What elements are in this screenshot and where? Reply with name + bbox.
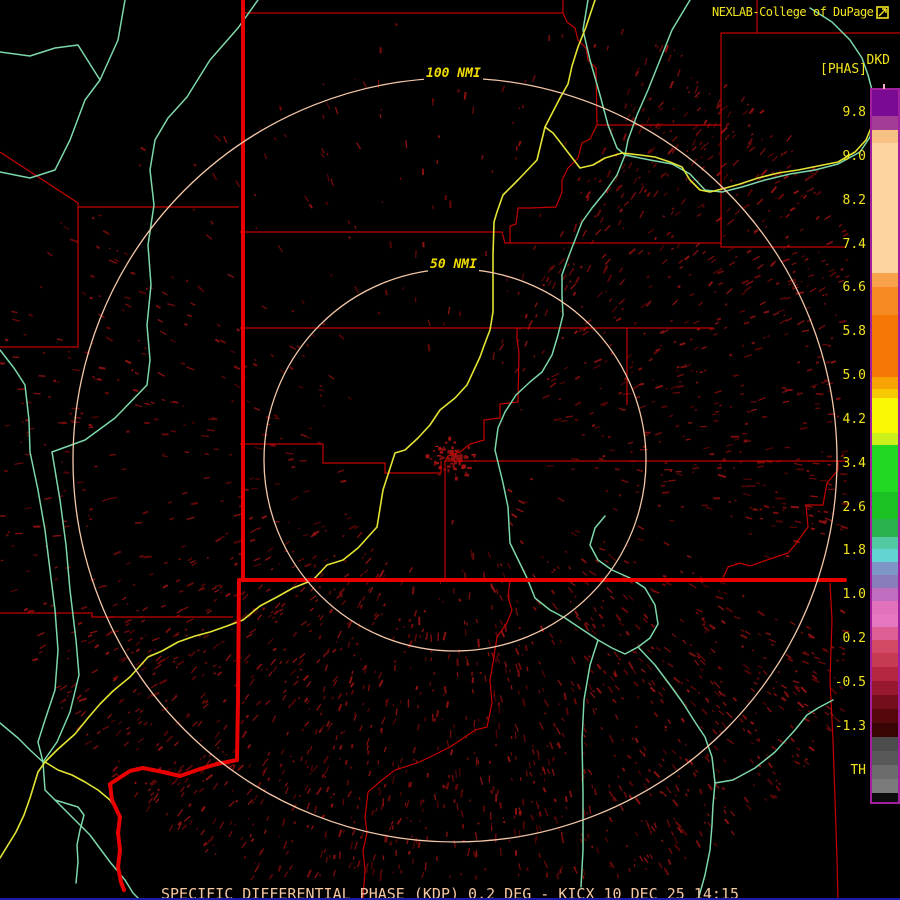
site-title-text: NEXLAB-College of DuPage: [712, 5, 874, 19]
colorbar-segment: [872, 614, 898, 628]
colorbar-segment: [872, 737, 898, 752]
state-borders: [108, 0, 847, 892]
colorbar-segment: [872, 667, 898, 682]
colorbar-top-notch: [883, 84, 885, 89]
colorbar-segment: [872, 601, 898, 615]
colorbar-segment: [872, 537, 898, 550]
colorbar-segment: [872, 397, 898, 433]
colorbar-segment: [872, 627, 898, 641]
colorbar-segment: [872, 376, 898, 389]
colorbar: [870, 88, 900, 804]
colorbar-segment: [872, 90, 898, 116]
range-ring-label-100nmi: 100 NMI: [424, 66, 483, 81]
river-lines-yellow: [0, 0, 872, 859]
colorbar-segment: [872, 779, 898, 794]
colorbar-segment: [872, 444, 898, 493]
river-lines-green: [0, 0, 874, 900]
colorbar-segments: [872, 90, 898, 802]
colorbar-segment: [872, 432, 898, 445]
product-mnemonic: DKD: [866, 53, 890, 68]
range-ring-label-50nmi: 50 NMI: [428, 257, 479, 272]
colorbar-segment: [872, 314, 898, 377]
colorbar-segment: [872, 681, 898, 696]
cod-window-icon: [876, 5, 890, 19]
colorbar-segment: [872, 640, 898, 654]
colorbar-segment: [872, 562, 898, 576]
product-units-label: [PHAS]: [820, 62, 867, 77]
colorbar-segment: [872, 765, 898, 780]
colorbar-segment: [872, 751, 898, 766]
colorbar-segment: [872, 519, 898, 538]
colorbar-segment: [872, 695, 898, 710]
colorbar-segment: [872, 709, 898, 724]
colorbar-segment: [872, 115, 898, 130]
colorbar-segment: [872, 793, 898, 802]
colorbar-segment: [872, 286, 898, 315]
colorbar-segment: [872, 492, 898, 520]
colorbar-segment: [872, 588, 898, 602]
colorbar-segment: [872, 388, 898, 398]
colorbar-segment: [872, 723, 898, 738]
colorbar-segment: [872, 129, 898, 143]
colorbar-segment: [872, 575, 898, 589]
colorbar-segment: [872, 272, 898, 287]
site-title: NEXLAB-College of DuPage: [712, 5, 890, 19]
radar-echo-layer: [0, 23, 850, 882]
radar-viewer: 100 NMI 50 NMI NEXLAB-College of DuPage …: [0, 0, 900, 900]
colorbar-segment: [872, 653, 898, 668]
colorbar-segment: [872, 549, 898, 563]
radar-map: [0, 0, 900, 900]
colorbar-segment: [872, 142, 898, 273]
